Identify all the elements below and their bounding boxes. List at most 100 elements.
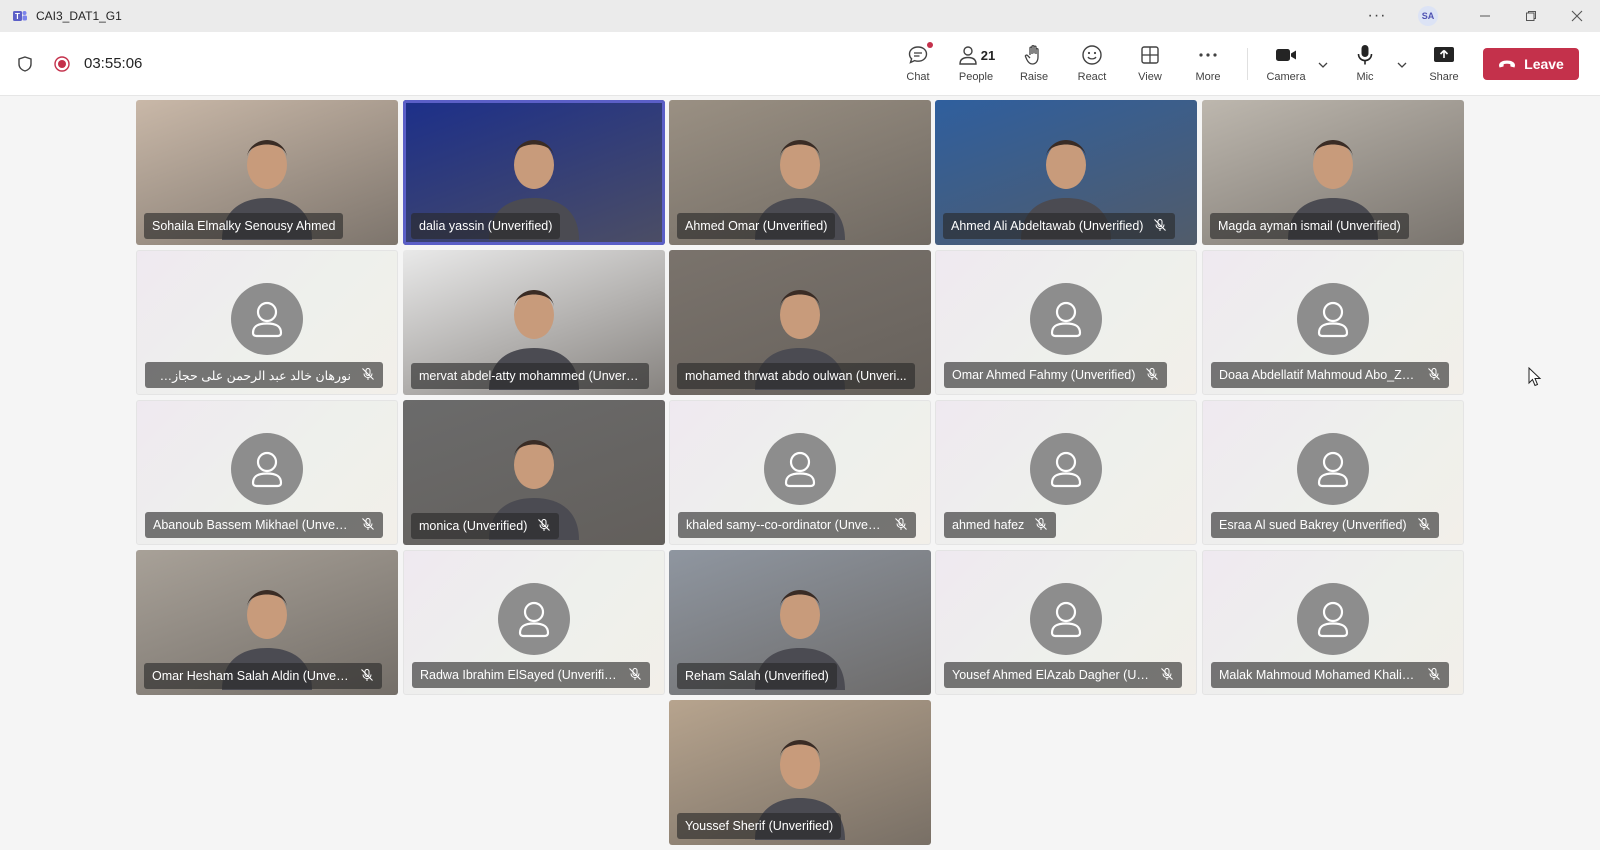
view-button[interactable]: View [1122, 42, 1178, 90]
participant-name: Youssef Sherif (Unverified) [685, 819, 834, 833]
participant-name-tag: Ahmed Omar (Unverified) [677, 213, 836, 239]
participant-tile[interactable]: khaled samy--co-ordinator (Unveri... [669, 400, 931, 545]
participant-name: Omar Hesham Salah Aldin (Unverif... [152, 669, 350, 683]
window-title: CAI3_DAT1_G1 [36, 9, 122, 23]
share-screen-icon [1432, 42, 1456, 68]
people-icon [959, 46, 977, 65]
participant-name-tag: Youssef Sherif (Unverified) [677, 813, 842, 839]
more-options-icon[interactable]: ··· [1354, 7, 1400, 25]
participant-tile[interactable]: Youssef Sherif (Unverified) [669, 700, 931, 845]
chat-button[interactable]: Chat [890, 42, 946, 90]
participant-tile[interactable]: mohamed thrwat abdo oulwan (Unveri... [669, 250, 931, 395]
microphone-icon [1354, 42, 1376, 68]
meeting-timer: 03:55:06 [84, 55, 143, 72]
participant-name-tag: Esraa Al sued Bakrey (Unverified) [1211, 512, 1439, 538]
participant-name: Ahmed Omar (Unverified) [685, 219, 828, 233]
avatar-placeholder-icon [1030, 432, 1102, 505]
avatar-placeholder-icon [764, 432, 836, 505]
participant-name: khaled samy--co-ordinator (Unveri... [686, 518, 884, 532]
mic-off-icon [360, 668, 374, 685]
participant-name-tag: Reham Salah (Unverified) [677, 663, 837, 689]
mic-off-icon [1427, 367, 1441, 384]
participant-tile[interactable]: mervat abdel-atty mohammed (Unverif... [403, 250, 665, 395]
participant-tile[interactable]: monica (Unverified) [403, 400, 665, 545]
user-avatar[interactable]: SA [1418, 6, 1438, 26]
mic-off-icon [628, 667, 642, 684]
participant-tile[interactable]: Abanoub Bassem Mikhael (Unverif... [136, 400, 398, 545]
react-button[interactable]: React [1064, 42, 1120, 90]
participant-tile[interactable]: Magda ayman ismail (Unverified) [1202, 100, 1464, 245]
avatar-placeholder-icon [1030, 282, 1102, 355]
mic-off-icon [361, 517, 375, 534]
mouse-cursor-icon [1528, 367, 1542, 387]
shield-icon[interactable] [16, 55, 34, 73]
participant-tile[interactable]: Sohaila Elmalky Senousy Ahmed [136, 100, 398, 245]
camera-options-chevron-icon[interactable] [1316, 58, 1330, 72]
close-button[interactable] [1554, 0, 1600, 32]
minimize-button[interactable] [1462, 0, 1508, 32]
participant-tile[interactable]: Reham Salah (Unverified) [669, 550, 931, 695]
participant-name-tag: Yousef Ahmed ElAzab Dagher (Un... [944, 662, 1182, 688]
avatar-placeholder-icon [1030, 582, 1102, 655]
mic-off-icon [894, 517, 908, 534]
mic-off-icon [1427, 667, 1441, 684]
participant-name-tag: ahmed hafez [944, 512, 1057, 538]
raise-label: Raise [1019, 71, 1049, 83]
avatar-placeholder-icon [231, 432, 303, 505]
participant-name-tag: Omar Hesham Salah Aldin (Unverif... [144, 663, 382, 689]
react-label: React [1077, 71, 1107, 83]
svg-text:T: T [15, 12, 20, 21]
participant-tile[interactable]: Omar Ahmed Fahmy (Unverified) [935, 250, 1197, 395]
mic-options-chevron-icon[interactable] [1395, 58, 1409, 72]
meeting-toolbar: 03:55:06 Chat 21 People Raise React View [0, 32, 1600, 96]
participant-name: Doaa Abdellatif Mahmoud Abo_Ze... [1219, 368, 1417, 382]
participant-tile[interactable]: Ahmed Ali Abdeltawab (Unverified) [935, 100, 1197, 245]
recording-icon [54, 55, 70, 72]
camera-button[interactable]: Camera [1258, 42, 1314, 90]
participant-tile[interactable]: Malak Mahmoud Mohamed Khalil ... [1202, 550, 1464, 695]
more-button[interactable]: More [1180, 42, 1236, 90]
participant-tile[interactable]: dalia yassin (Unverified) [403, 100, 665, 245]
participant-name-tag: Magda ayman ismail (Unverified) [1210, 213, 1409, 239]
chat-notification-badge [927, 42, 933, 48]
participant-tile[interactable]: Ahmed Omar (Unverified) [669, 100, 931, 245]
participant-tile[interactable]: Omar Hesham Salah Aldin (Unverif... [136, 550, 398, 695]
camera-icon [1274, 42, 1298, 68]
participant-name-tag: نورهان خالد عبد الرحمن على حجازى (... [145, 362, 383, 388]
participant-name: monica (Unverified) [419, 519, 528, 533]
participant-name: نورهان خالد عبد الرحمن على حجازى (... [153, 368, 351, 383]
participant-name-tag: mervat abdel-atty mohammed (Unverif... [411, 363, 649, 389]
mic-button[interactable]: Mic [1337, 42, 1393, 90]
mic-off-icon [1145, 367, 1159, 384]
mic-off-icon [1417, 517, 1431, 534]
mic-off-icon [1034, 517, 1048, 534]
teams-logo-icon: T [12, 8, 28, 24]
mic-label: Mic [1356, 71, 1374, 83]
raise-hand-button[interactable]: Raise [1006, 42, 1062, 90]
participant-tile[interactable]: Radwa Ibrahim ElSayed (Unverified) [403, 550, 665, 695]
share-button[interactable]: Share [1416, 42, 1472, 90]
camera-label: Camera [1266, 71, 1306, 83]
participant-name-tag: khaled samy--co-ordinator (Unveri... [678, 512, 916, 538]
participant-tile[interactable]: Esraa Al sued Bakrey (Unverified) [1202, 400, 1464, 545]
ellipsis-icon [1197, 42, 1219, 68]
leave-button[interactable]: Leave [1483, 48, 1579, 80]
participant-tile[interactable]: نورهان خالد عبد الرحمن على حجازى (... [136, 250, 398, 395]
participant-tile[interactable]: ahmed hafez [935, 400, 1197, 545]
participant-name-tag: Omar Ahmed Fahmy (Unverified) [944, 362, 1168, 388]
restore-button[interactable] [1508, 0, 1554, 32]
hand-icon [1023, 42, 1045, 68]
avatar-placeholder-icon [498, 582, 570, 655]
participant-tile[interactable]: Doaa Abdellatif Mahmoud Abo_Ze... [1202, 250, 1464, 395]
people-button[interactable]: 21 People [948, 42, 1004, 90]
participant-name-tag: Doaa Abdellatif Mahmoud Abo_Ze... [1211, 362, 1449, 388]
participant-name: Malak Mahmoud Mohamed Khalil ... [1219, 668, 1417, 682]
participant-name-tag: Ahmed Ali Abdeltawab (Unverified) [943, 213, 1176, 239]
avatar-placeholder-icon [1297, 432, 1369, 505]
participant-tile[interactable]: Yousef Ahmed ElAzab Dagher (Un... [935, 550, 1197, 695]
participant-name: Reham Salah (Unverified) [685, 669, 829, 683]
mic-off-icon [1160, 667, 1174, 684]
hang-up-icon [1499, 60, 1516, 68]
participant-name: mohamed thrwat abdo oulwan (Unveri... [685, 369, 907, 383]
participant-name: Radwa Ibrahim ElSayed (Unverified) [420, 668, 618, 682]
